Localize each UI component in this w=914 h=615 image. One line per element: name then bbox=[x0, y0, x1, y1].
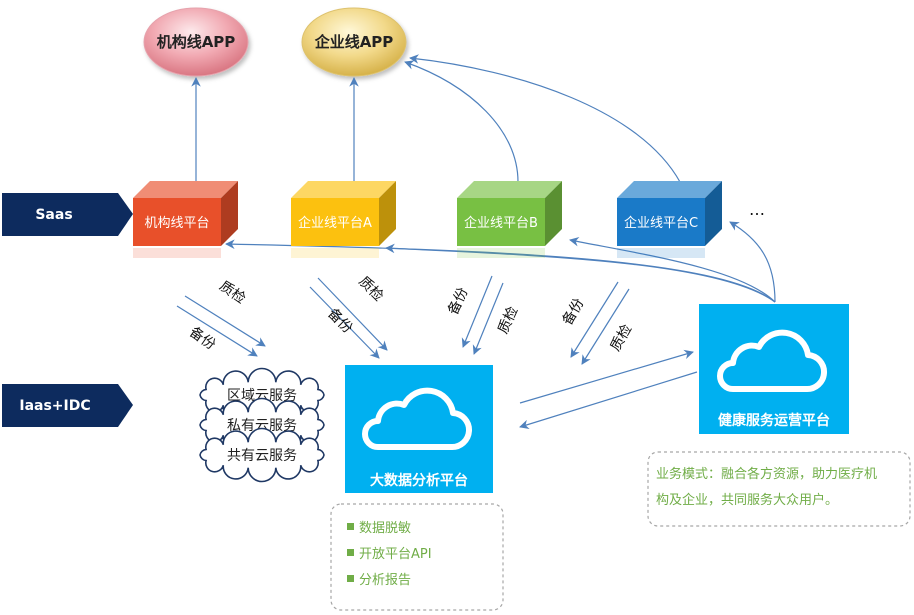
cloud-service-label: 共有云服务 bbox=[227, 448, 297, 464]
cube-reflection bbox=[291, 248, 379, 258]
qc-label-2: 质检 bbox=[355, 274, 386, 305]
qc-label-3: 质检 bbox=[495, 304, 521, 336]
qc-arrow-1b bbox=[176, 305, 258, 357]
platform-cubes: 机构线平台 企业线平台A 企业线平台B 企业线平台C bbox=[133, 181, 722, 258]
cloud-services: 区域云服务私有云服务共有云服务 bbox=[199, 367, 325, 483]
feature-item: 分析报告 bbox=[359, 573, 411, 588]
more-platforms-ellipsis: … bbox=[749, 200, 765, 219]
health-platform-node: 健康服务运营平台 bbox=[699, 304, 849, 434]
platform-label: 企业线平台B bbox=[464, 215, 538, 231]
qc-arrow-3b bbox=[472, 282, 504, 355]
qc-label-1: 质检 bbox=[216, 278, 248, 307]
institution-app-node: 机构线APP bbox=[143, 7, 249, 77]
iaas-label: Iaas+IDC bbox=[19, 398, 90, 414]
cube-top bbox=[133, 181, 238, 198]
backup-label-4: 备份 bbox=[559, 295, 588, 328]
cube-reflection bbox=[457, 248, 545, 258]
platform-c-app-arrow bbox=[409, 54, 681, 183]
feature-bullet bbox=[347, 523, 354, 530]
architecture-diagram: 机构线APP 企业线APP 质检 备份 质检 备份 备份 质检 备份 质检 Sa… bbox=[2, 7, 911, 611]
cube-top bbox=[291, 181, 396, 198]
platform-cube-3: 企业线平台B bbox=[457, 181, 562, 258]
enterprise-app-node: 企业线APP bbox=[301, 7, 407, 77]
health-note-line-2: 构及企业，共同服务大众用户。 bbox=[656, 492, 838, 508]
platform-cube-1: 机构线平台 bbox=[133, 181, 238, 258]
health-to-platform-a-arrow bbox=[385, 243, 776, 303]
platform-label: 企业线平台C bbox=[624, 215, 698, 231]
edge-labels: 质检 备份 质检 备份 备份 质检 备份 质检 bbox=[186, 274, 635, 355]
feature-item: 开放平台API bbox=[359, 547, 432, 562]
health-note-box: 业务模式：融合各方资源，助力医疗机 构及企业，共同服务大众用户。 bbox=[647, 451, 911, 527]
health-to-bigdata-arrow bbox=[519, 371, 698, 430]
bigdata-label: 大数据分析平台 bbox=[370, 472, 468, 489]
cube-top bbox=[457, 181, 562, 198]
saas-layer-tag: Saas bbox=[2, 193, 133, 236]
health-note-line-1: 业务模式：融合各方资源，助力医疗机 bbox=[656, 466, 877, 482]
platform-b-app-arrow bbox=[404, 60, 519, 183]
backup-label-2: 备份 bbox=[324, 305, 356, 337]
institution-app-label: 机构线APP bbox=[157, 33, 236, 51]
platform-label: 企业线平台A bbox=[298, 215, 372, 231]
qc-arrow-3a bbox=[461, 275, 493, 348]
backup-label-1: 备份 bbox=[186, 323, 219, 353]
cube-reflection bbox=[133, 248, 221, 258]
bigdata-platform-node: 大数据分析平台 bbox=[345, 365, 493, 493]
iaas-layer-tag: Iaas+IDC bbox=[2, 384, 133, 427]
qc-label-4: 质检 bbox=[608, 322, 636, 354]
health-label: 健康服务运营平台 bbox=[718, 412, 830, 429]
feature-bullet bbox=[347, 575, 354, 582]
backup-label-3: 备份 bbox=[444, 285, 471, 318]
bigdata-to-health-arrow bbox=[519, 349, 694, 404]
feature-item: 数据脱敏 bbox=[359, 521, 411, 536]
saas-label: Saas bbox=[35, 207, 72, 223]
cube-top bbox=[617, 181, 722, 198]
bigdata-feature-box: 数据脱敏开放平台API 分析报告 bbox=[330, 503, 504, 611]
enterprise-app-label: 企业线APP bbox=[314, 33, 394, 51]
feature-bullet bbox=[347, 549, 354, 556]
cube-reflection bbox=[617, 248, 705, 258]
platform-label: 机构线平台 bbox=[144, 216, 209, 231]
platform-cube-4: 企业线平台C bbox=[617, 181, 722, 258]
